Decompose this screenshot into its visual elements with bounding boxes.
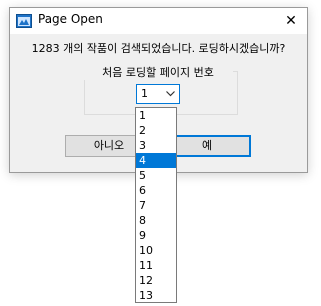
page-dropdown-list[interactable]: 1 2 3 4 5 6 7 8 9 10 11 12 13 [135, 107, 177, 303]
start-page-value: 1 [141, 87, 148, 100]
dropdown-option[interactable]: 11 [136, 258, 176, 273]
dropdown-option[interactable]: 2 [136, 123, 176, 138]
dropdown-option[interactable]: 6 [136, 183, 176, 198]
dropdown-option[interactable]: 13 [136, 288, 176, 302]
title-bar: Page Open ✕ [10, 8, 307, 34]
close-icon[interactable]: ✕ [279, 9, 303, 33]
dropdown-option[interactable]: 5 [136, 168, 176, 183]
dropdown-option[interactable]: 1 [136, 108, 176, 123]
dropdown-option[interactable]: 4 [136, 153, 176, 168]
dropdown-option[interactable]: 10 [136, 243, 176, 258]
dropdown-option[interactable]: 3 [136, 138, 176, 153]
start-page-select[interactable]: 1 [136, 84, 180, 104]
start-page-label: 처음 로딩할 페이지 번호 [83, 64, 233, 80]
chevron-down-icon [166, 91, 175, 97]
confirm-message: 1283 개의 작품이 검색되었습니다. 로딩하시겠습니까? [31, 42, 286, 55]
window-title: Page Open [38, 12, 103, 26]
dropdown-option[interactable]: 9 [136, 228, 176, 243]
dropdown-option[interactable]: 8 [136, 213, 176, 228]
dropdown-option[interactable]: 7 [136, 198, 176, 213]
app-window-icon [16, 14, 32, 28]
dropdown-option[interactable]: 12 [136, 273, 176, 288]
